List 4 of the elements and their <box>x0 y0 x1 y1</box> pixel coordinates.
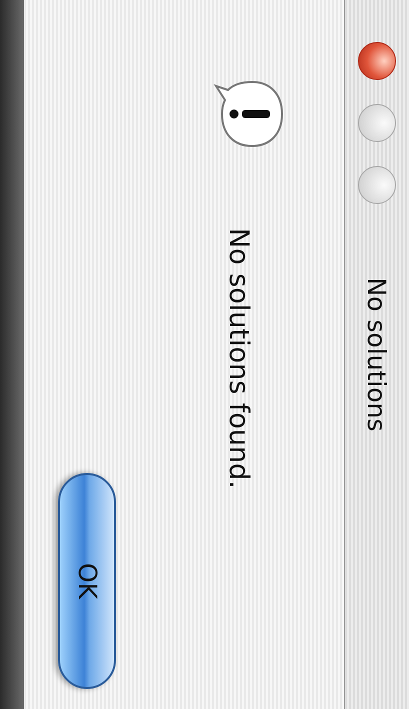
close-button[interactable] <box>358 42 396 80</box>
window-title: No solutions <box>362 278 392 432</box>
ok-button[interactable]: OK <box>58 473 116 689</box>
alert-message: No solutions found. <box>222 228 254 491</box>
